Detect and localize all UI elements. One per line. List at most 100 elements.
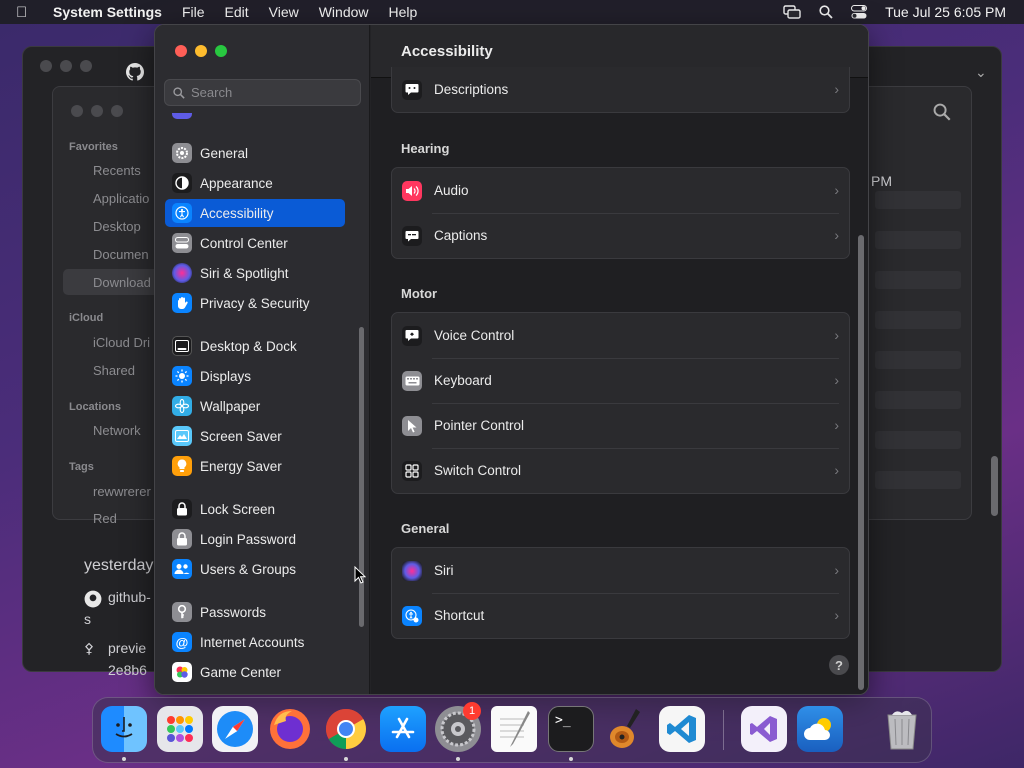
menu-window[interactable]: Window <box>319 4 369 20</box>
finder-row <box>875 271 961 289</box>
sidebar-item-label: Internet Accounts <box>200 634 305 650</box>
content-scrollbar[interactable] <box>858 235 864 690</box>
row-pointer-control[interactable]: Pointer Control › <box>392 403 849 448</box>
chrome-icon[interactable] <box>323 706 369 752</box>
launchpad-icon[interactable] <box>157 706 203 752</box>
row-descriptions[interactable]: Descriptions › <box>392 67 849 112</box>
control-center-icon[interactable] <box>851 5 868 19</box>
trash-icon[interactable] <box>879 706 925 752</box>
screen-saver-icon <box>172 426 192 446</box>
finder-item-documents[interactable]: Documen <box>93 247 149 262</box>
zoom-button[interactable] <box>215 45 227 57</box>
finder-search-icon[interactable] <box>933 103 951 121</box>
pointer-icon <box>402 415 422 436</box>
finder-item-recents[interactable]: Recents <box>93 163 141 178</box>
finder-item-downloads[interactable]: Download <box>93 275 151 290</box>
textedit-icon[interactable] <box>491 706 537 752</box>
running-indicator <box>456 757 460 761</box>
sidebar-item-label: Wallpaper <box>200 398 261 414</box>
close-button[interactable] <box>175 45 187 57</box>
menu-file[interactable]: File <box>182 4 205 20</box>
sidebar-item-accessibility[interactable]: Accessibility <box>165 199 345 227</box>
sun-icon <box>172 366 192 386</box>
sidebar-item-label: Desktop & Dock <box>200 338 297 354</box>
sidebar-item-privacy-security[interactable]: Privacy & Security <box>165 289 345 317</box>
sidebar-item-users-groups[interactable]: Users & Groups <box>165 555 345 583</box>
minimize-button[interactable] <box>195 45 207 57</box>
finder-item-desktop[interactable]: Desktop <box>93 219 141 234</box>
sidebar-item-desktop-dock[interactable]: Desktop & Dock <box>165 332 345 360</box>
row-siri[interactable]: Siri › <box>392 548 849 593</box>
finder-row <box>875 311 961 329</box>
sidebar-item-label: General <box>200 145 249 161</box>
finder-item-icloud-drive[interactable]: iCloud Dri <box>93 335 150 350</box>
finder-item-tag-red[interactable]: Red <box>93 511 117 526</box>
search-input[interactable] <box>191 85 351 100</box>
dock: 1 >_ <box>92 697 932 763</box>
menu-help[interactable]: Help <box>389 4 418 20</box>
sidebar-item-screen-saver[interactable]: Screen Saver <box>165 422 345 450</box>
sidebar-item-login-password[interactable]: Login Password <box>165 525 345 553</box>
sidebar-item-wallpaper[interactable]: Wallpaper <box>165 392 345 420</box>
sidebar-item-appearance[interactable]: Appearance <box>165 169 345 197</box>
sidebar-item-lock-screen[interactable]: Lock Screen <box>165 495 345 523</box>
users-icon <box>172 559 192 579</box>
background-scrollbar[interactable] <box>991 456 998 516</box>
finder-row <box>875 351 961 369</box>
help-button[interactable]: ? <box>829 655 849 675</box>
github-line: github- <box>108 589 151 605</box>
chevron-right-icon: › <box>834 81 839 97</box>
sidebar-item-label: Screen Saver <box>200 428 282 444</box>
finder-item-shared[interactable]: Shared <box>93 363 135 378</box>
chevron-right-icon: › <box>834 327 839 343</box>
finder-tags-header: Tags <box>69 461 94 473</box>
flower-icon <box>172 396 192 416</box>
row-voice-control[interactable]: Voice Control › <box>392 313 849 358</box>
sidebar-item-energy-saver[interactable]: Energy Saver <box>165 452 345 480</box>
sidebar-item-label: Displays <box>200 368 252 384</box>
sidebar-item-control-center[interactable]: Control Center <box>165 229 345 257</box>
control-center-icon <box>172 233 192 253</box>
sidebar-item-siri-spotlight[interactable]: Siri & Spotlight <box>165 259 345 287</box>
menu-view[interactable]: View <box>269 4 299 20</box>
chevron-right-icon: › <box>834 417 839 433</box>
finder-item-applications[interactable]: Applicatio <box>93 191 149 206</box>
menu-clock[interactable]: Tue Jul 25 6:05 PM <box>885 4 1006 20</box>
firefox-icon[interactable] <box>267 706 313 752</box>
finder-item-tag[interactable]: rewwrerer <box>93 484 151 499</box>
finder-icon[interactable] <box>101 706 147 752</box>
terminal-icon[interactable]: >_ <box>548 706 594 752</box>
row-audio[interactable]: Audio › <box>392 168 849 213</box>
sidebar-item-passwords[interactable]: Passwords <box>165 598 345 626</box>
menu-app-name[interactable]: System Settings <box>53 4 162 20</box>
github-heading: yesterday <box>84 557 154 574</box>
menu-bar:  System Settings File Edit View Window … <box>0 0 1024 24</box>
row-shortcut[interactable]: Shortcut › <box>392 593 849 638</box>
screen-mirroring-icon[interactable] <box>783 5 801 19</box>
vscode-icon[interactable] <box>659 706 705 752</box>
app-store-icon[interactable] <box>380 706 426 752</box>
sidebar-item-displays[interactable]: Displays <box>165 362 345 390</box>
accessibility-icon <box>172 203 192 223</box>
finder-row <box>875 391 961 409</box>
finder-row <box>875 431 961 449</box>
lightbulb-icon <box>172 456 192 476</box>
weather-icon[interactable] <box>797 706 843 752</box>
sidebar-item-internet-accounts[interactable]: @ Internet Accounts <box>165 628 345 656</box>
window-controls <box>175 45 227 57</box>
visual-studio-icon[interactable] <box>741 706 787 752</box>
spotlight-search-icon[interactable] <box>819 5 833 19</box>
garageband-icon[interactable] <box>603 706 649 752</box>
row-switch-control[interactable]: Switch Control › <box>392 448 849 493</box>
menu-edit[interactable]: Edit <box>225 4 249 20</box>
apple-menu-icon[interactable]:  <box>16 4 38 21</box>
row-captions[interactable]: Captions › <box>392 213 849 258</box>
captions-icon <box>402 225 422 246</box>
sidebar-item-game-center[interactable]: Game Center <box>165 658 345 686</box>
safari-icon[interactable] <box>212 706 258 752</box>
running-indicator <box>122 757 126 761</box>
search-field[interactable] <box>164 79 361 106</box>
finder-item-network[interactable]: Network <box>93 423 141 438</box>
sidebar-item-general[interactable]: General <box>165 139 345 167</box>
row-keyboard[interactable]: Keyboard › <box>392 358 849 403</box>
